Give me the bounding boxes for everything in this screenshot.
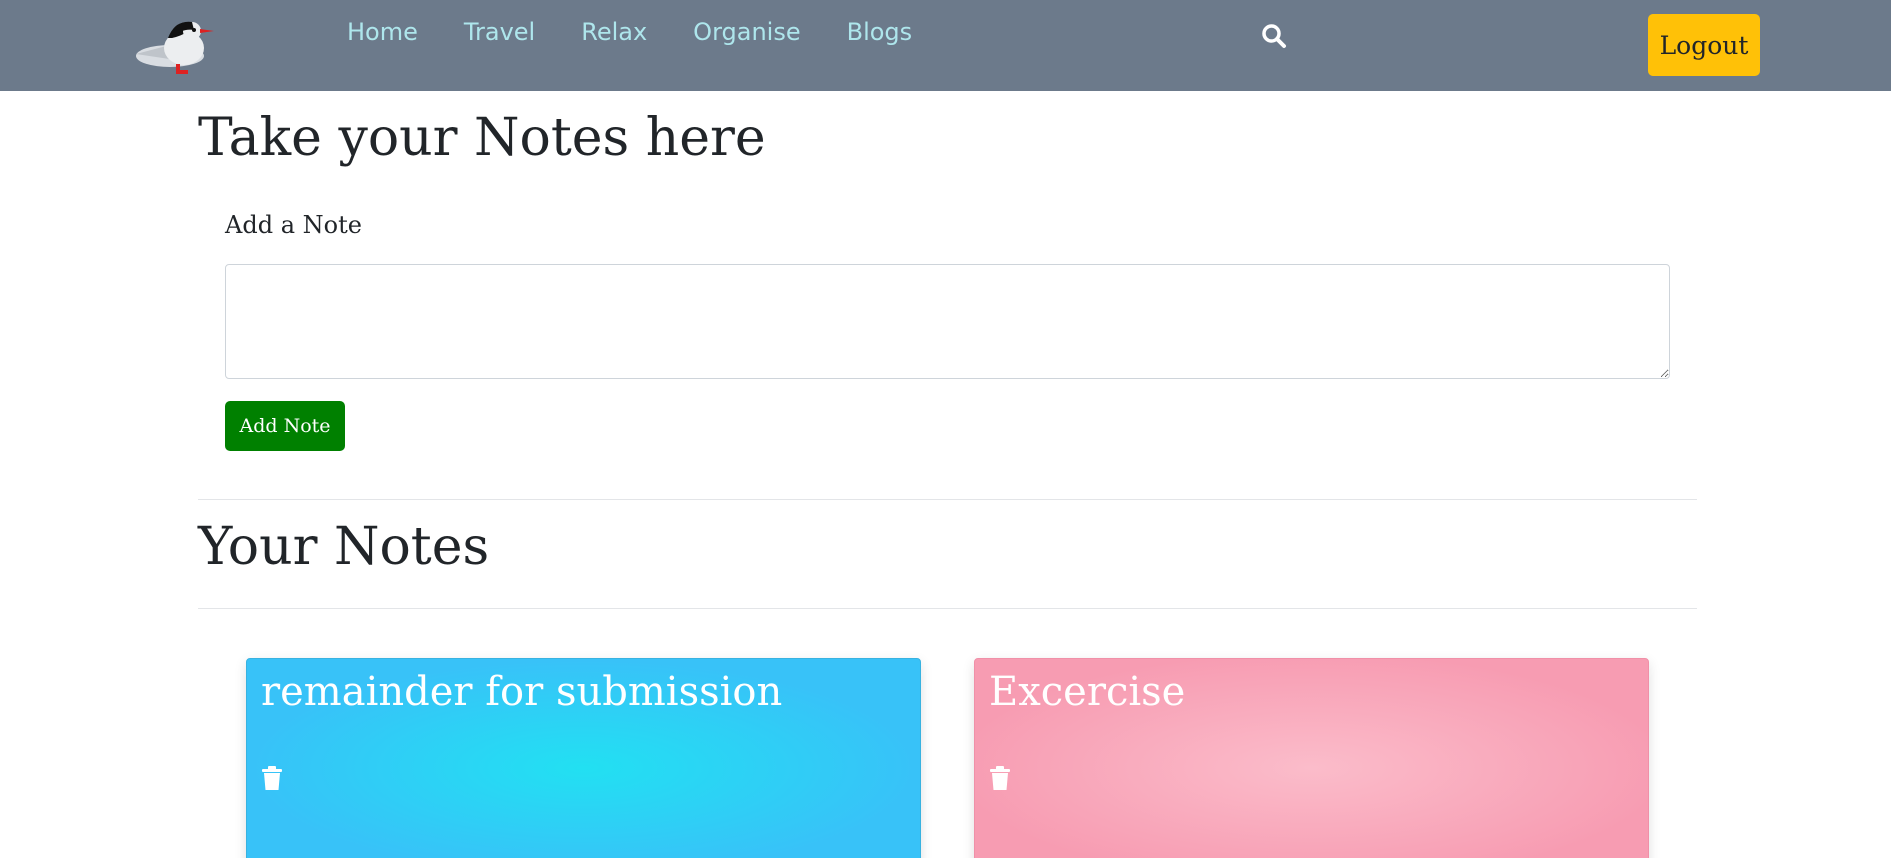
main-nav: Home Travel Relax Organise Blogs [347,18,958,46]
note-card-title: remainder for submission [261,669,783,715]
search-icon[interactable] [1260,22,1288,50]
section-divider-top [198,499,1697,500]
nav-link-home[interactable]: Home [347,18,418,46]
add-note-label: Add a Note [225,211,362,239]
add-note-button[interactable]: Add Note [225,401,345,451]
trash-icon[interactable] [262,766,282,790]
section-divider-bottom [198,608,1697,609]
trash-icon[interactable] [990,766,1010,790]
note-card: remainder for submission [246,658,921,858]
note-card: Excercise [974,658,1649,858]
note-card-title: Excercise [989,669,1186,715]
logout-button[interactable]: Logout [1648,14,1760,76]
note-textarea[interactable] [225,264,1670,379]
your-notes-title: Your Notes [198,517,490,577]
top-navbar: Home Travel Relax Organise Blogs Logout [0,0,1891,91]
nav-link-organise[interactable]: Organise [693,18,800,46]
bird-logo-icon[interactable] [132,14,218,76]
nav-link-travel[interactable]: Travel [464,18,535,46]
nav-link-relax[interactable]: Relax [581,18,647,46]
page-title: Take your Notes here [198,108,766,168]
nav-link-blogs[interactable]: Blogs [847,18,913,46]
